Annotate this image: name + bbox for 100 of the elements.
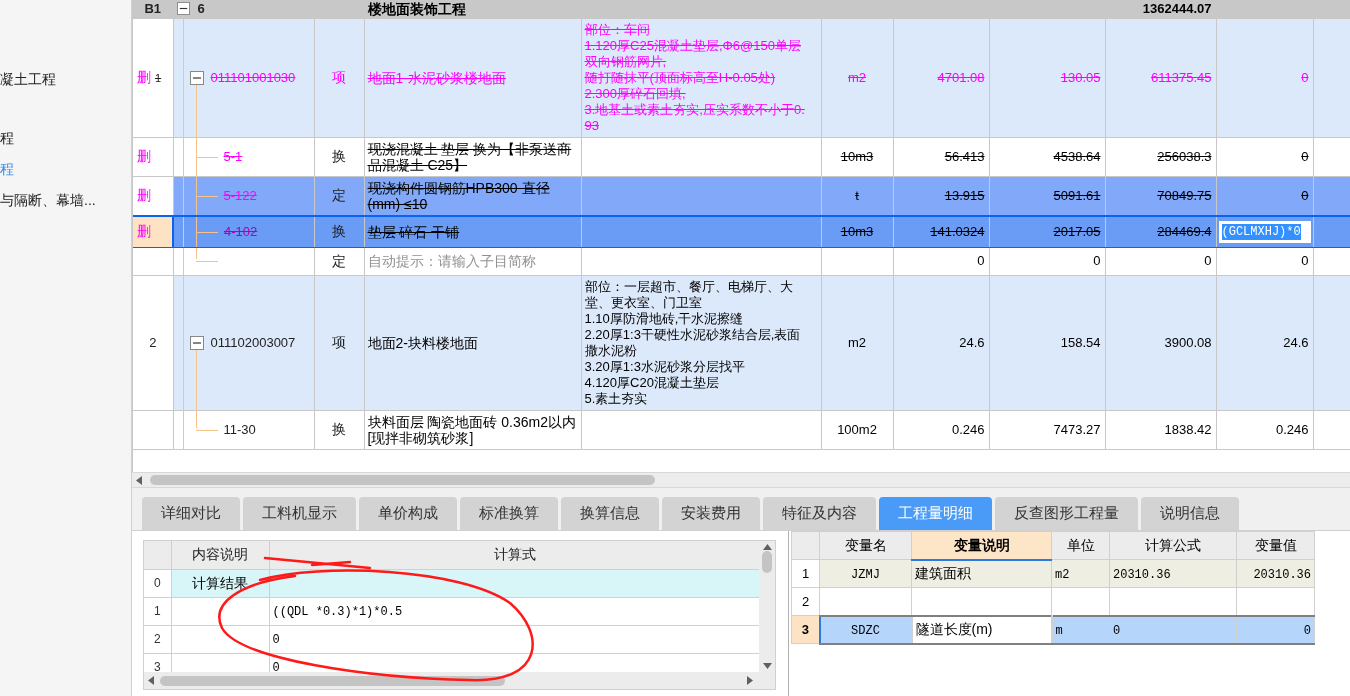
table-cell: 011102003007 xyxy=(210,334,296,351)
table-cell: 6 xyxy=(197,0,205,17)
table-cell: 1838.42 xyxy=(1164,421,1212,437)
table-cell: 换 xyxy=(332,421,346,437)
scroll-left-icon[interactable] xyxy=(148,676,154,685)
table-cell: 0 xyxy=(1301,253,1309,268)
column-header[interactable]: 计算式 xyxy=(494,546,536,563)
scrollbar-thumb[interactable] xyxy=(160,675,505,686)
table-cell: 2017.05 xyxy=(1053,223,1101,239)
horizontal-scrollbar[interactable] xyxy=(132,472,1350,488)
table-cell: SDZC xyxy=(851,623,880,638)
table-cell: 项 xyxy=(332,334,346,350)
delete-mark: 删 xyxy=(137,69,151,85)
table-cell: 0 xyxy=(1303,623,1311,638)
sidebar-item[interactable]: 凝土工程 xyxy=(0,64,131,95)
table-cell: 4701.08 xyxy=(937,69,985,85)
row-number: 1 xyxy=(155,72,162,84)
row-number: 2 xyxy=(801,593,810,609)
table-cell: 100m2 xyxy=(837,421,877,437)
table-cell: ((QDL *0.3)*1)*0.5 xyxy=(272,605,403,619)
table-cell: 10m3 xyxy=(840,148,874,164)
scroll-down-icon[interactable] xyxy=(762,663,772,669)
table-cell: 20310.36 xyxy=(1253,567,1311,582)
row-number: 1 xyxy=(801,565,810,581)
table-cell: 20310.36 xyxy=(1113,567,1171,582)
tab[interactable]: 换算信息 xyxy=(561,497,659,530)
table-cell: 24.6 xyxy=(959,334,985,350)
table-cell: m2 xyxy=(1055,567,1070,582)
table-cell-text: 块料面层 陶瓷地面砖 0.36m2以内 [现拌非砌筑砂浆] xyxy=(367,413,577,446)
tab[interactable]: 安装费用 xyxy=(662,497,760,530)
table-cell: 5-122 xyxy=(223,187,257,204)
table-cell: 141.0324 xyxy=(930,223,985,239)
scrollbar-thumb[interactable] xyxy=(762,550,772,573)
delete-mark: 删 xyxy=(137,187,151,203)
table-cell: 0 xyxy=(1113,623,1121,638)
column-header[interactable]: 变量值 xyxy=(1236,531,1315,560)
feature-line: 部位：车间 xyxy=(584,21,651,38)
table-cell: 0 xyxy=(1301,69,1309,85)
table-cell: 换 xyxy=(332,223,346,239)
table-cell: 换 xyxy=(332,148,346,164)
table-cell: 158.54 xyxy=(1060,334,1101,350)
table-cell: 5-1 xyxy=(223,148,243,165)
table-cell: 24.6 xyxy=(1283,334,1309,350)
tab[interactable]: 工料机显示 xyxy=(243,497,356,530)
table-cell: 256038.3 xyxy=(1157,148,1212,164)
table-cell: 13.915 xyxy=(944,187,985,203)
table-cell-text: 垫层 碎石 干铺 xyxy=(367,223,461,240)
tab[interactable]: 详细对比 xyxy=(142,497,240,530)
tab[interactable]: 标准换算 xyxy=(460,497,558,530)
table-cell: 计算结果 xyxy=(192,574,248,591)
table-cell: m2 xyxy=(847,69,867,85)
column-header[interactable]: 变量说明 xyxy=(911,531,1052,560)
tab[interactable]: 特征及内容 xyxy=(763,497,876,530)
sidebar-item[interactable]: 与隔断、幕墙... xyxy=(0,185,131,216)
feature-line: 3.地基土或素土夯实,压实系数不小于0.93 xyxy=(584,101,806,134)
table-cell-text: 楼地面装饰工程 xyxy=(367,0,467,17)
tab[interactable]: 反查图形工程量 xyxy=(995,497,1138,530)
collapse-icon[interactable] xyxy=(176,2,190,15)
delete-mark: 删 xyxy=(137,223,151,239)
scroll-left-icon[interactable] xyxy=(136,475,142,485)
scroll-right-icon[interactable] xyxy=(747,676,753,685)
table-cell: 7473.27 xyxy=(1053,421,1101,437)
table-cell: 56.413 xyxy=(944,148,985,164)
table-cell: 0 xyxy=(1093,253,1101,268)
table-cell: 3900.08 xyxy=(1164,334,1212,350)
tab[interactable]: 单价构成 xyxy=(359,497,457,530)
column-header[interactable]: 变量名 xyxy=(819,531,912,560)
table-cell: 130.05 xyxy=(1060,69,1101,85)
vertical-scrollbar[interactable] xyxy=(759,541,775,672)
table-cell: 11-30 xyxy=(223,421,256,438)
table-cell-text: 自动提示：请输入子目简称 xyxy=(367,253,537,269)
row-number: 3 xyxy=(801,621,809,637)
sidebar-item[interactable]: 程 xyxy=(0,123,131,154)
feature-line: 2.20厚1:3干硬性水泥砂浆结合层,表面撒水泥粉 xyxy=(584,326,802,359)
table-cell: 70849.75 xyxy=(1157,187,1212,203)
table-cell: 284469.4 xyxy=(1157,223,1212,239)
table-cell: 项 xyxy=(332,69,346,85)
table-cell-text: 现浇构件圆钢筋HPB300 直径(mm) ≤10 xyxy=(367,179,551,212)
table-cell: 0 xyxy=(1301,187,1309,203)
table-cell: 定 xyxy=(332,252,346,269)
table-cell: m2 xyxy=(847,334,867,350)
horizontal-scrollbar[interactable] xyxy=(144,672,775,689)
scrollbar-thumb[interactable] xyxy=(150,475,655,485)
table-cell-text: 地面1-水泥砂浆楼地面 xyxy=(367,69,507,86)
table-cell: 定 xyxy=(332,187,346,203)
table-cell: 0 xyxy=(1204,253,1212,268)
table-cell: 1362444.07 xyxy=(1142,0,1212,16)
row-number: 3 xyxy=(153,660,161,672)
table-cell: 4538.64 xyxy=(1053,148,1101,164)
table-cell: 4-102 xyxy=(224,223,258,240)
table-cell: 011101001030 xyxy=(210,69,296,86)
feature-line: 4.120厚C20混凝土垫层 xyxy=(584,374,720,391)
column-header[interactable]: 单位 xyxy=(1051,531,1110,560)
row-number: 2 xyxy=(153,632,161,647)
column-header[interactable]: 计算公式 xyxy=(1109,531,1237,560)
table-cell: 611375.45 xyxy=(1151,69,1212,85)
tab[interactable]: 说明信息 xyxy=(1141,497,1239,530)
table-cell-text: 现浇混凝土 垫层 换为【非泵送商品混凝土 C25】 xyxy=(367,140,573,173)
table-cell: JZMJ xyxy=(851,567,880,582)
table-cell: t xyxy=(855,187,859,203)
